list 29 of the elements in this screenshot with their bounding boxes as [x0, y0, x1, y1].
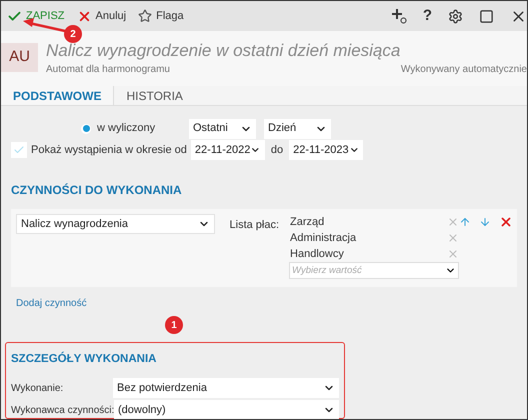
subtitle: Automat dla harmonogramu — [46, 63, 170, 77]
cancel-button[interactable]: Anuluj — [76, 8, 126, 24]
to-label: do — [270, 143, 284, 158]
callout-badge: 1 — [165, 316, 183, 334]
list-item: Handlowcy — [289, 246, 344, 262]
period-select[interactable]: Ostatni — [189, 118, 256, 139]
action-select[interactable]: Nalicz wynagrodzenia — [16, 214, 215, 234]
range-label: Pokaż wystąpienia w okresie od — [31, 143, 187, 158]
status-text: Wykonywany automatycznie — [400, 63, 527, 77]
title: Nalicz wynagrodzenie w ostatni dzień miesiąca — [46, 41, 402, 61]
tab[interactable]: HISTORIA — [114, 86, 195, 105]
radio-label: w wyliczony — [97, 121, 156, 136]
list-item: Zarząd — [289, 214, 324, 230]
section-heading: SZCZEGÓŁY WYKONANIA — [11, 351, 158, 367]
help-button[interactable]: ? — [422, 4, 432, 28]
flag-button[interactable]: Flaga — [138, 8, 184, 24]
value-input[interactable]: Wybierz wartość — [289, 262, 459, 279]
value-select[interactable]: Bez potwierdzenia — [113, 378, 339, 398]
section-heading: CZYNNOŚCI DO WYKONANIA — [10, 182, 183, 199]
list-label: Lista płac: — [230, 218, 280, 233]
add-task-link[interactable]: Dodaj czynność — [1, 296, 527, 311]
value-select[interactable]: (dowolny) — [114, 400, 339, 419]
unit-select[interactable]: Dzień — [264, 118, 331, 139]
field-label: Wykonanie: — [11, 382, 64, 396]
list-item: Administracja — [289, 230, 356, 246]
field-label: Wykonawca czynności: — [11, 404, 114, 418]
date-select[interactable]: 22-11-2022 — [190, 140, 265, 160]
date-select[interactable]: 22-11-2023 — [289, 140, 364, 160]
avatar-badge: AU — [1, 43, 38, 72]
